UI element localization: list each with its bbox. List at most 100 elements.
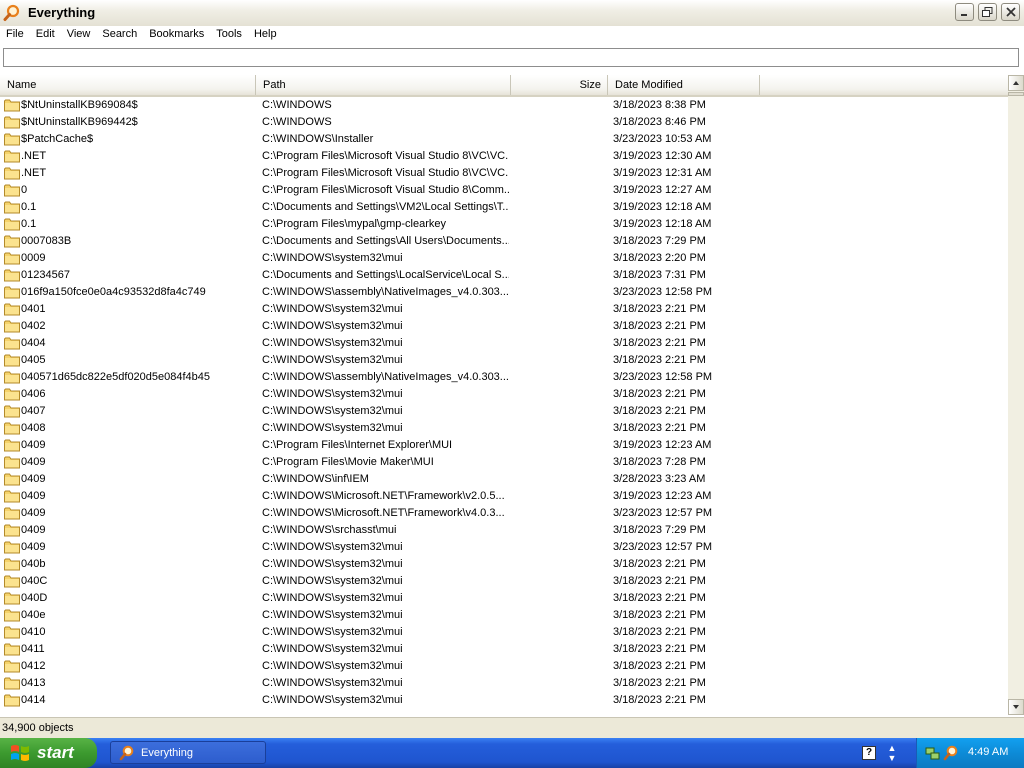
column-header-size[interactable]: Size (511, 75, 608, 95)
restore-button[interactable] (978, 3, 997, 21)
row-path: C:\Documents and Settings\VM2\Local Sett… (262, 201, 509, 213)
network-icon[interactable] (925, 745, 941, 761)
folder-icon (4, 541, 20, 554)
column-header-path[interactable]: Path (256, 75, 511, 95)
row-date-modified: 3/19/2023 12:23 AM (613, 439, 712, 451)
folder-icon (4, 133, 20, 146)
table-row[interactable]: 040b C:\WINDOWS\system32\mui 3/18/2023 2:2… (0, 556, 1008, 573)
column-header-date-modified[interactable]: Date Modified (608, 75, 760, 95)
folder-icon (4, 218, 20, 231)
menu-file[interactable]: File (0, 26, 30, 44)
table-row[interactable]: $PatchCache$ C:\WINDOWS\Installer 3/23/202… (0, 131, 1008, 148)
table-row[interactable]: 0409 C:\Program Files\Movie Maker\MUI 3/18… (0, 454, 1008, 471)
table-row[interactable]: $NtUninstallKB969442$ C:\WINDOWS 3/18/2023… (0, 114, 1008, 131)
folder-icon (4, 286, 20, 299)
table-row[interactable]: 0405 C:\WINDOWS\system32\mui 3/18/2023 2:2… (0, 352, 1008, 369)
folder-icon (4, 660, 20, 673)
folder-icon (4, 575, 20, 588)
folder-icon (4, 626, 20, 639)
table-row[interactable]: 0409 C:\WINDOWS\inf\IEM 3/28/2023 3:23 AM (0, 471, 1008, 488)
row-date-modified: 3/18/2023 2:21 PM (613, 694, 706, 706)
row-date-modified: 3/28/2023 3:23 AM (613, 473, 706, 485)
table-row[interactable]: .NET C:\Program Files\Microsoft Visual St… (0, 148, 1008, 165)
table-row[interactable]: 01234567 C:\Documents and Settings\LocalS… (0, 267, 1008, 284)
vertical-scrollbar[interactable] (1008, 75, 1024, 715)
table-row[interactable]: 0414 C:\WINDOWS\system32\mui 3/18/2023 2:2… (0, 692, 1008, 709)
table-row[interactable]: 0409 C:\WINDOWS\Microsoft.NET\Framework\v… (0, 488, 1008, 505)
table-row[interactable]: 0409 C:\WINDOWS\system32\mui 3/23/2023 12:… (0, 539, 1008, 556)
scroll-thumb[interactable] (1008, 92, 1024, 96)
table-row[interactable]: 0.1 C:\Documents and Settings\VM2\Local S… (0, 199, 1008, 216)
taskbar-item-everything[interactable]: Everything (110, 741, 266, 764)
table-row[interactable]: 040D C:\WINDOWS\system32\mui 3/18/2023 2:2… (0, 590, 1008, 607)
row-name: 016f9a150fce0e0a4c93532d8fa4c749 (21, 286, 206, 298)
row-date-modified: 3/18/2023 2:21 PM (613, 575, 706, 587)
table-row[interactable]: 040571d65dc822e5df020d5e084f4b45 C:\WINDO… (0, 369, 1008, 386)
table-row[interactable]: 0408 C:\WINDOWS\system32\mui 3/18/2023 2:2… (0, 420, 1008, 437)
row-path: C:\WINDOWS\assembly\NativeImages_v4.0.30… (262, 371, 509, 383)
menu-tools[interactable]: Tools (210, 26, 248, 44)
column-header-name[interactable]: Name (0, 75, 256, 95)
row-date-modified: 3/18/2023 2:21 PM (613, 626, 706, 638)
table-row[interactable]: 016f9a150fce0e0a4c93532d8fa4c749 C:\WINDO… (0, 284, 1008, 301)
table-row[interactable]: 0407 C:\WINDOWS\system32\mui 3/18/2023 2:2… (0, 403, 1008, 420)
table-row[interactable]: 0009 C:\WINDOWS\system32\mui 3/18/2023 2:2… (0, 250, 1008, 267)
table-row[interactable]: 0406 C:\WINDOWS\system32\mui 3/18/2023 2:2… (0, 386, 1008, 403)
close-button[interactable] (1001, 3, 1020, 21)
folder-icon (4, 99, 20, 112)
title-bar[interactable]: Everything (0, 0, 1024, 27)
row-name: 0413 (21, 677, 46, 689)
row-name: 0007083B (21, 235, 72, 247)
table-row[interactable]: 0007083B C:\Documents and Settings\All Us… (0, 233, 1008, 250)
table-row[interactable]: .NET C:\Program Files\Microsoft Visual St… (0, 165, 1008, 182)
row-path: C:\Documents and Settings\LocalService\L… (262, 269, 509, 281)
row-name: 01234567 (21, 269, 70, 281)
menu-bookmarks[interactable]: Bookmarks (143, 26, 210, 44)
table-row[interactable]: $NtUninstallKB969084$ C:\WINDOWS 3/18/2023… (0, 97, 1008, 114)
table-row[interactable]: 040C C:\WINDOWS\system32\mui 3/18/2023 2:2… (0, 573, 1008, 590)
row-path: C:\Documents and Settings\All Users\Docu… (262, 235, 509, 247)
folder-icon (4, 184, 20, 197)
results-list[interactable]: $NtUninstallKB969084$ C:\WINDOWS 3/18/2023… (0, 97, 1008, 714)
row-path: C:\Program Files\Internet Explorer\MUI (262, 439, 453, 451)
table-row[interactable]: 0413 C:\WINDOWS\system32\mui 3/18/2023 2:2… (0, 675, 1008, 692)
row-name: 0410 (21, 626, 46, 638)
scroll-down-button[interactable] (1008, 699, 1024, 715)
table-row[interactable]: 0410 C:\WINDOWS\system32\mui 3/18/2023 2:2… (0, 624, 1008, 641)
table-row[interactable]: 0411 C:\WINDOWS\system32\mui 3/18/2023 2:2… (0, 641, 1008, 658)
search-input[interactable] (3, 48, 1019, 67)
row-name: 0405 (21, 354, 46, 366)
table-row[interactable]: 040e C:\WINDOWS\system32\mui 3/18/2023 2:2… (0, 607, 1008, 624)
arrows-icon[interactable]: ▲ ▼ (886, 743, 898, 763)
row-path: C:\WINDOWS\system32\mui (262, 609, 403, 621)
everything-tray-icon[interactable] (943, 745, 959, 761)
start-button[interactable]: start (0, 738, 97, 768)
menu-search[interactable]: Search (96, 26, 143, 44)
row-date-modified: 3/18/2023 2:21 PM (613, 320, 706, 332)
folder-icon (4, 235, 20, 248)
table-row[interactable]: 0409 C:\WINDOWS\Microsoft.NET\Framework\v… (0, 505, 1008, 522)
row-path: C:\WINDOWS\assembly\NativeImages_v4.0.30… (262, 286, 509, 298)
minimize-button[interactable] (955, 3, 974, 21)
menu-help[interactable]: Help (248, 26, 283, 44)
folder-icon (4, 558, 20, 571)
menu-view[interactable]: View (61, 26, 97, 44)
menu-edit[interactable]: Edit (30, 26, 61, 44)
row-date-modified: 3/23/2023 12:57 PM (613, 507, 713, 519)
row-name: 0009 (21, 252, 46, 264)
table-row[interactable]: 0412 C:\WINDOWS\system32\mui 3/18/2023 2:2… (0, 658, 1008, 675)
table-row[interactable]: 0409 C:\Program Files\Internet Explorer\M… (0, 437, 1008, 454)
table-row[interactable]: 0 C:\Program Files\Microsoft Visual Studi… (0, 182, 1008, 199)
table-row[interactable]: 0401 C:\WINDOWS\system32\mui 3/18/2023 2:2… (0, 301, 1008, 318)
search-area (0, 44, 1024, 72)
row-path: C:\WINDOWS\system32\mui (262, 541, 403, 553)
table-row[interactable]: 0404 C:\WINDOWS\system32\mui 3/18/2023 2:2… (0, 335, 1008, 352)
table-row[interactable]: 0402 C:\WINDOWS\system32\mui 3/18/2023 2:2… (0, 318, 1008, 335)
row-path: C:\WINDOWS\system32\mui (262, 660, 403, 672)
help-icon[interactable]: ? (862, 746, 876, 760)
table-row[interactable]: 0409 C:\WINDOWS\srchasst\mui 3/18/2023 7:2… (0, 522, 1008, 539)
table-row[interactable]: 0.1 C:\Program Files\mypal\gmp-clearkey 3/… (0, 216, 1008, 233)
arrow-up-icon (1013, 81, 1019, 85)
scroll-up-button[interactable] (1008, 75, 1024, 91)
row-path: C:\WINDOWS (262, 116, 332, 128)
